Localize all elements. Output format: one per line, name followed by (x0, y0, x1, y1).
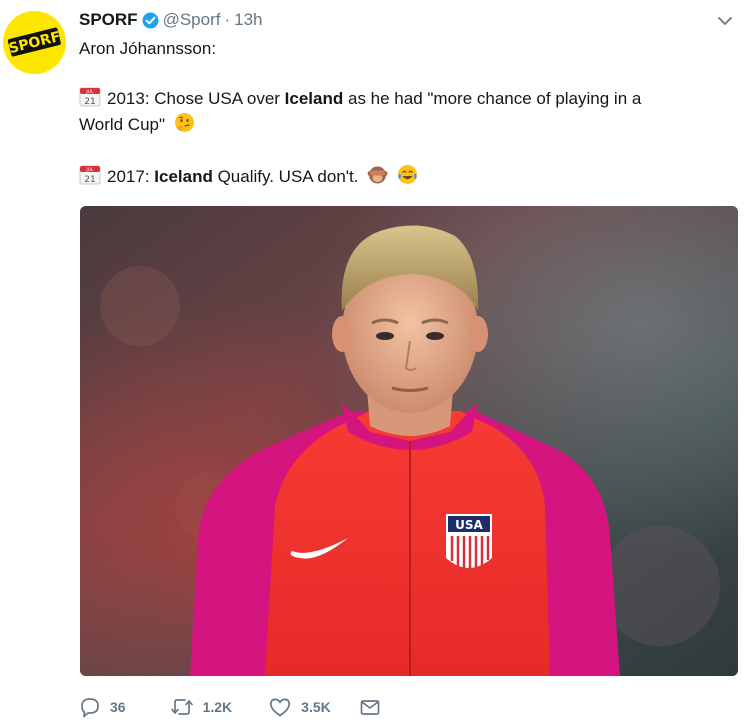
heart-icon (270, 698, 291, 717)
tweet-2017-bold: Iceland (154, 167, 213, 186)
separator-dot: · (224, 10, 231, 29)
reply-button[interactable]: 36 (79, 696, 126, 718)
envelope-icon (360, 700, 380, 715)
calendar-day: 21 (84, 97, 95, 107)
sporf-logo-icon: SPORF (3, 11, 66, 74)
tweet-2017-text-b: Qualify. USA don't. (212, 167, 359, 186)
tweet-header: SPORF @Sporf · 13h (79, 8, 263, 32)
tweet-text-line-4: JUL 21 2017: Iceland Qualify. USA don't. (79, 164, 418, 189)
tweet-2017-text-a: 2017: (107, 167, 155, 186)
tweet-action-bar: 36 1.2K 3.5K (79, 694, 381, 720)
like-count: 3.5K (301, 699, 331, 715)
tweet-text-line-2: JUL 21 2013: Chose USA over Iceland as h… (79, 87, 641, 111)
tweet-text-line-3: World Cup" (79, 112, 195, 137)
reply-count: 36 (110, 699, 126, 715)
calendar-day: 21 (84, 175, 95, 185)
calendar-icon: JUL 21 (79, 87, 101, 107)
thinking-face-icon (174, 112, 195, 133)
chevron-down-icon[interactable] (716, 12, 734, 30)
direct-message-button[interactable] (359, 696, 381, 718)
avatar[interactable]: SPORF (3, 11, 66, 74)
verified-badge-icon (142, 12, 159, 29)
tweet-text-line-1: Aron Jóhannsson: (79, 37, 216, 61)
jersey-crest-text: USA (455, 518, 483, 532)
tweet-2013-text-a: 2013: Chose USA over (107, 89, 285, 108)
tweet-2013-text-b: as he had "more chance of playing in a (343, 89, 642, 108)
timestamp[interactable]: 13h (234, 10, 262, 30)
usa-crest-icon: USA (446, 514, 492, 571)
tweet-card[interactable]: SPORF SPORF @Sporf · 13h Aron Jóhannsson… (0, 0, 750, 724)
see-no-evil-monkey-icon (367, 164, 388, 185)
user-handle[interactable]: @Sporf (163, 10, 221, 30)
display-name[interactable]: SPORF (79, 10, 138, 30)
like-button[interactable]: 3.5K (268, 696, 331, 718)
player-photo: USA (80, 206, 738, 676)
tweet-intro: Aron Jóhannsson: (79, 39, 217, 58)
retweet-icon (170, 699, 193, 715)
tweet-2013-text-c: World Cup" (79, 115, 166, 134)
tears-of-joy-icon (397, 164, 418, 185)
retweet-button[interactable]: 1.2K (170, 696, 233, 718)
calendar-icon: JUL 21 (79, 165, 101, 185)
tweet-2013-bold: Iceland (284, 89, 344, 108)
reply-icon (81, 698, 99, 718)
calendar-month: JUL (85, 89, 94, 95)
calendar-month: JUL (85, 167, 94, 173)
tweet-photo[interactable]: USA (80, 206, 738, 676)
retweet-count: 1.2K (202, 699, 233, 715)
